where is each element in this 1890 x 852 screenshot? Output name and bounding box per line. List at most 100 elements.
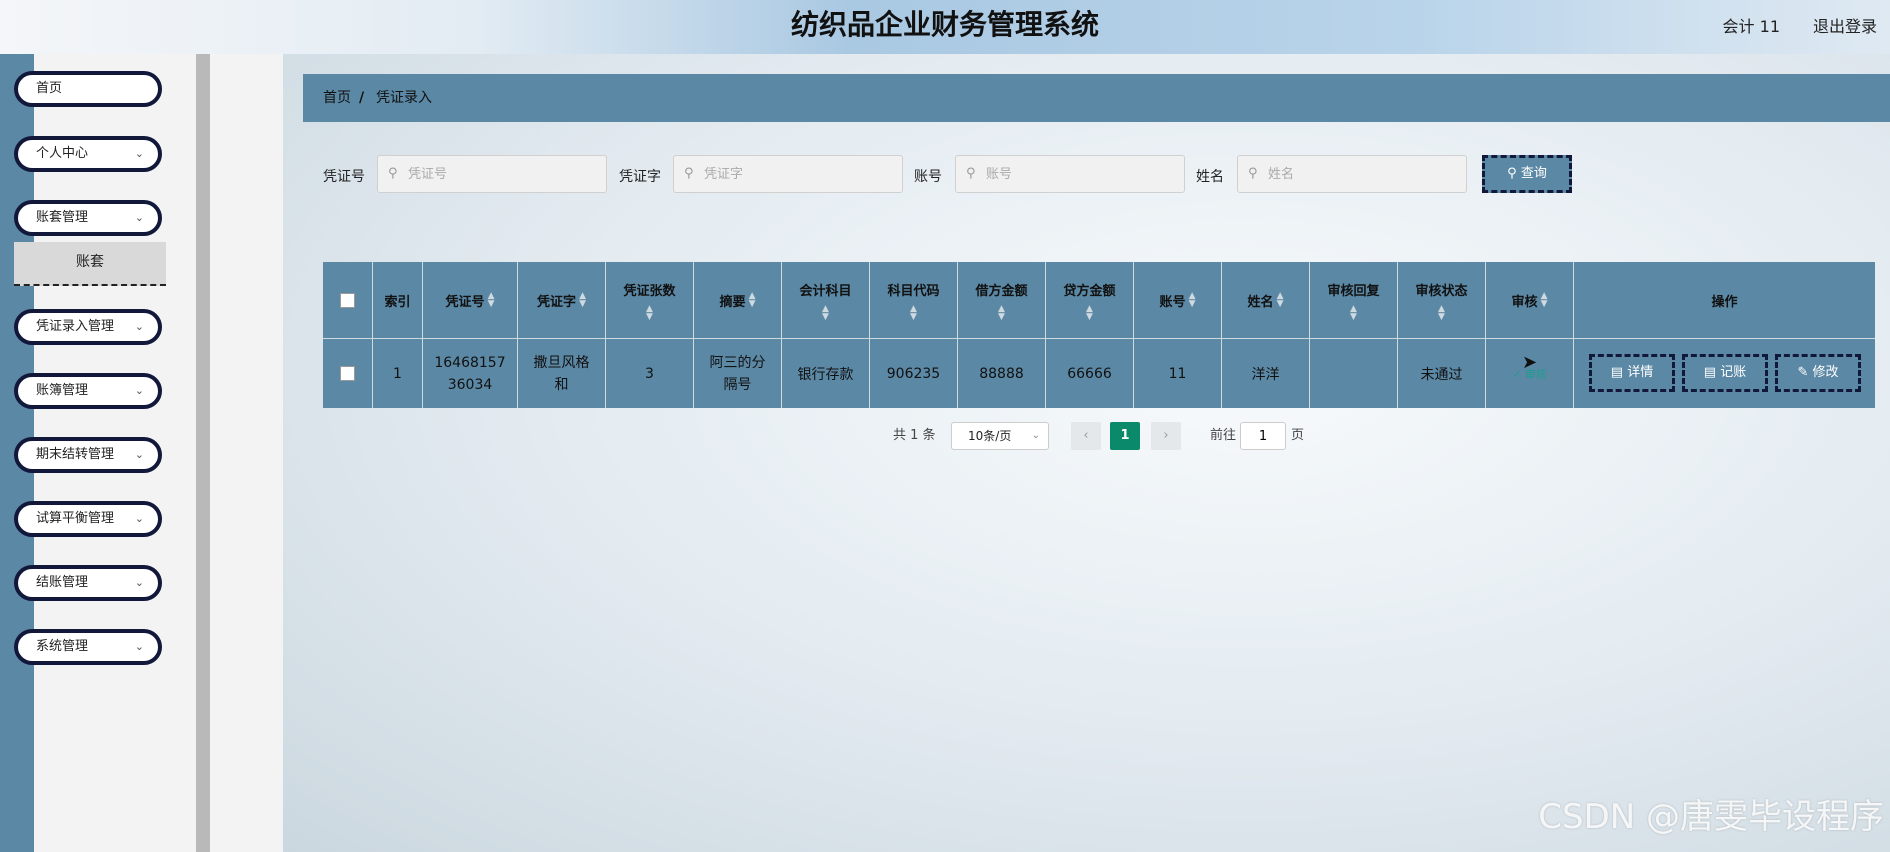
cell-debit: 88888 [958, 339, 1046, 408]
cell-voucher-count: 3 [606, 339, 694, 408]
header-label: 科目代码 [887, 283, 940, 299]
goto-page-input[interactable] [1240, 422, 1286, 450]
sidebar-item-label: 凭证录入管理 [36, 319, 115, 334]
sort-icon[interactable]: ▲ ▼ [1086, 304, 1093, 321]
header-audit-reply[interactable]: 审核回复 ▲ ▼ [1310, 262, 1398, 338]
sidebar-item-period-end[interactable]: 期末结转管理 ⌄ [14, 437, 162, 473]
header-voucher-count[interactable]: 凭证张数 ▲ ▼ [606, 262, 694, 338]
sidebar-item-label: 结账管理 [36, 575, 89, 590]
sidebar-gap [210, 54, 283, 852]
voucher-word-input[interactable] [673, 155, 903, 193]
sort-icon[interactable]: ▲ ▼ [745, 292, 756, 309]
chevron-down-icon: ⌄ [134, 512, 144, 525]
header-label: 凭证张数 [623, 283, 676, 299]
cell-subject: 银行存款 [782, 339, 870, 408]
sidebar-item-label: 账套管理 [36, 210, 89, 225]
prev-page-button[interactable]: ‹ [1071, 422, 1101, 450]
sidebar-item-label: 首页 [36, 81, 63, 96]
sort-icon[interactable]: ▲ ▼ [910, 304, 917, 321]
header-account[interactable]: 账号 ▲ ▼ [1134, 262, 1222, 338]
breadcrumb: 首页 / 凭证录入 [303, 74, 1890, 122]
next-page-button[interactable]: › [1151, 422, 1181, 450]
sidebar-item-ledger[interactable]: 账簿管理 ⌄ [14, 373, 162, 409]
sort-icon[interactable]: ▲ ▼ [1350, 304, 1357, 321]
edit-button-label: 修改 [1812, 365, 1839, 380]
header-voucher-word[interactable]: 凭证字 ▲ ▼ [518, 262, 606, 338]
header-summary[interactable]: 摘要 ▲ ▼ [694, 262, 782, 338]
sort-icon[interactable]: ▲ ▼ [1438, 304, 1445, 321]
header-actions: 操作 [1574, 262, 1875, 338]
header-voucher-no[interactable]: 凭证号 ▲ ▼ [423, 262, 518, 338]
name-label: 姓名 [1196, 169, 1224, 185]
header-label: 姓名 [1247, 294, 1274, 310]
sort-icon[interactable]: ▲ ▼ [1537, 292, 1548, 309]
header-audit-status[interactable]: 审核状态 ▲ ▼ [1398, 262, 1486, 338]
chevron-down-icon: ⌄ [134, 640, 144, 653]
header-label: 凭证字 [536, 294, 576, 310]
header-label: 摘要 [719, 294, 746, 310]
search-icon: ⚲ [1507, 166, 1517, 181]
sort-icon[interactable]: ▲ ▼ [1185, 292, 1196, 309]
breadcrumb-home[interactable]: 首页 [323, 74, 351, 122]
sort-icon[interactable]: ▲ ▼ [1273, 292, 1284, 309]
voucher-word-label: 凭证字 [619, 169, 661, 185]
header-audit[interactable]: 审核 ▲ ▼ [1486, 262, 1574, 338]
total-count: 共 1 条 [893, 428, 936, 443]
submenu-item-account-set[interactable]: 账套 [14, 242, 166, 286]
sidebar-item-label: 试算平衡管理 [36, 511, 115, 526]
cell-account: 11 [1134, 339, 1222, 408]
cell-index: 1 [373, 339, 423, 408]
top-header: 纺织品企业财务管理系统 会计 11 退出登录 [0, 0, 1890, 54]
sidebar-item-profile[interactable]: 个人中心 ⌄ [14, 136, 162, 172]
search-icon: ⚲ [966, 166, 976, 181]
sidebar-item-home[interactable]: 首页 [14, 71, 162, 107]
search-icon: ⚲ [684, 166, 694, 181]
sidebar-item-label: 期末结转管理 [36, 447, 115, 462]
page-unit-label: 页 [1291, 428, 1305, 443]
search-icon: ⚲ [388, 166, 398, 181]
sort-icon[interactable]: ▲ ▼ [484, 292, 495, 309]
sidebar-item-system[interactable]: 系统管理 ⌄ [14, 629, 162, 665]
page-number-current[interactable]: 1 [1110, 422, 1140, 450]
post-entry-button[interactable]: ▤ 记账 [1682, 354, 1768, 392]
cell-voucher-word: 撒旦风格和 [518, 339, 606, 408]
document-icon: ▤ [1610, 365, 1624, 380]
header-subject[interactable]: 会计科目 ▲ ▼ [782, 262, 870, 338]
sidebar-item-account-set[interactable]: 账套管理 ⌄ [14, 200, 162, 236]
sidebar-item-closing[interactable]: 结账管理 ⌄ [14, 565, 162, 601]
sort-icon[interactable]: ▲ ▼ [998, 304, 1005, 321]
account-label: 账号 [914, 169, 942, 185]
breadcrumb-current: 凭证录入 [376, 90, 432, 106]
header-index: 索引 [373, 262, 423, 338]
detail-button[interactable]: ▤ 详情 [1589, 354, 1675, 392]
logout-link[interactable]: 退出登录 [1813, 13, 1877, 37]
chevron-down-icon: ⌄ [134, 211, 144, 224]
header-debit[interactable]: 借方金额 ▲ ▼ [958, 262, 1046, 338]
page-size-select[interactable]: 10条/页 ⌄ [951, 422, 1049, 450]
header-label: 审核 [1511, 294, 1538, 310]
row-checkbox[interactable] [340, 366, 355, 381]
select-all-checkbox[interactable] [340, 292, 355, 308]
edit-button[interactable]: ✎ 修改 [1775, 354, 1861, 392]
chevron-down-icon: ⌄ [1031, 430, 1040, 441]
header-credit[interactable]: 贷方金额 ▲ ▼ [1046, 262, 1134, 338]
sort-icon[interactable]: ▲ ▼ [576, 292, 586, 309]
header-name[interactable]: 姓名 ▲ ▼ [1222, 262, 1310, 338]
cell-credit: 66666 [1046, 339, 1134, 408]
account-input[interactable] [955, 155, 1185, 193]
cell-audit-status: 未通过 [1398, 339, 1486, 408]
sort-icon[interactable]: ▲ ▼ [646, 304, 653, 321]
sidebar-item-trial-balance[interactable]: 试算平衡管理 ⌄ [14, 501, 162, 537]
chevron-down-icon: ⌄ [134, 147, 144, 160]
query-button-label: 查询 [1520, 166, 1547, 181]
sidebar-item-voucher-entry[interactable]: 凭证录入管理 ⌄ [14, 309, 162, 345]
sort-icon[interactable]: ▲ ▼ [822, 304, 829, 321]
user-label: 会计 11 [1722, 17, 1780, 36]
header-label: 贷方金额 [1063, 283, 1116, 299]
header-subject-code[interactable]: 科目代码 ▲ ▼ [870, 262, 958, 338]
query-button[interactable]: ⚲ 查询 [1482, 155, 1572, 193]
row-select-cell [323, 339, 373, 408]
voucher-no-input[interactable] [377, 155, 607, 193]
sidebar-item-label: 系统管理 [36, 639, 89, 654]
name-input[interactable] [1237, 155, 1467, 193]
